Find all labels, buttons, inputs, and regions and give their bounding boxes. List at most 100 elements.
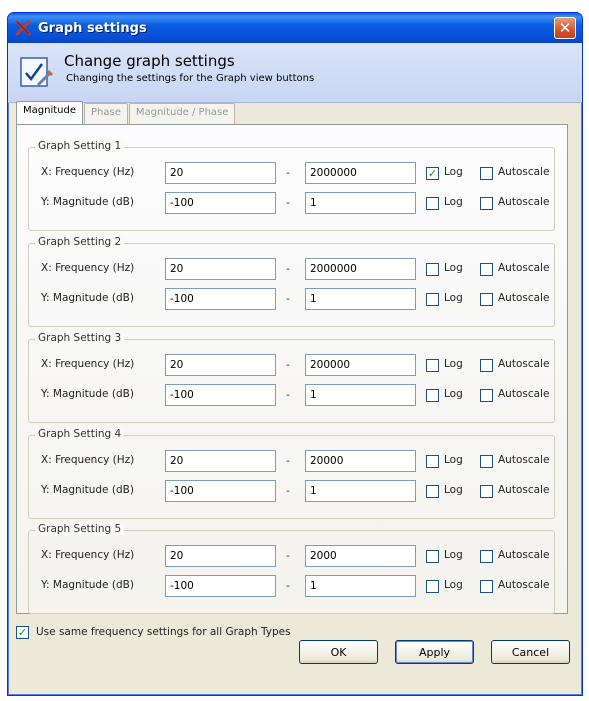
y-min-input[interactable]: -100 [165,384,276,406]
title-bar[interactable]: Graph settings ✕ [8,13,582,43]
same-frequency-checkbox[interactable]: ✓ [16,626,29,639]
y-axis-row: Y: Magnitude (dB) -100 - 1 Log Autoscale [29,480,554,504]
y-autoscale-checkbox[interactable] [480,197,493,210]
y-axis-label: Y: Magnitude (dB) [41,579,134,591]
x-max-input[interactable]: 2000 [305,545,416,567]
autoscale-label: Autoscale [498,579,550,591]
x-log-checkbox[interactable] [426,455,439,468]
tab-phase[interactable]: Phase [83,103,128,124]
tab-magnitude-phase[interactable]: Magnitude / Phase [128,103,236,124]
x-min-input[interactable]: 20 [165,450,276,472]
y-axis-label: Y: Magnitude (dB) [41,196,134,208]
x-log-checkbox[interactable]: ✓ [426,167,439,180]
x-max-input[interactable]: 2000000 [305,258,416,280]
y-log-checkbox[interactable] [426,293,439,306]
y-max-input[interactable]: 1 [305,192,416,214]
tab-panel-magnitude: Graph Setting 1 X: Frequency (Hz) 20 - 2… [16,124,568,614]
x-log-checkbox[interactable] [426,263,439,276]
tab-magnitude[interactable]: Magnitude [16,101,83,124]
window-title: Graph settings [38,20,147,36]
y-max-input[interactable]: 1 [305,480,416,502]
x-log-checkbox[interactable] [426,359,439,372]
cancel-button[interactable]: Cancel [491,640,570,664]
x-autoscale-checkbox[interactable] [480,359,493,372]
y-autoscale-checkbox[interactable] [480,580,493,593]
log-label: Log [444,484,463,496]
y-min-input[interactable]: -100 [165,288,276,310]
log-label: Log [444,196,463,208]
range-dash: - [286,358,290,371]
x-autoscale-checkbox[interactable] [480,550,493,563]
graph-setting-group: Graph Setting 1 X: Frequency (Hz) 20 - 2… [28,140,555,231]
y-min-input[interactable]: -100 [165,575,276,597]
autoscale-label: Autoscale [498,196,550,208]
y-axis-row: Y: Magnitude (dB) -100 - 1 Log Autoscale [29,192,554,216]
log-label: Log [444,358,463,370]
x-axis-label: X: Frequency (Hz) [41,454,135,466]
y-min-input[interactable]: -100 [165,192,276,214]
close-icon: ✕ [558,18,572,37]
apply-button[interactable]: Apply [395,640,474,664]
y-max-input[interactable]: 1 [305,384,416,406]
range-dash: - [286,484,290,497]
x-min-input[interactable]: 20 [165,354,276,376]
x-max-input[interactable]: 200000 [305,354,416,376]
x-axis-row: X: Frequency (Hz) 20 - 2000000 ✓ Log Aut… [29,162,554,186]
y-log-checkbox[interactable] [426,389,439,402]
autoscale-label: Autoscale [498,262,550,274]
group-label: Graph Setting 3 [35,332,125,344]
autoscale-label: Autoscale [498,358,550,370]
x-axis-row: X: Frequency (Hz) 20 - 2000 Log Autoscal… [29,545,554,569]
autoscale-label: Autoscale [498,549,550,561]
autoscale-label: Autoscale [498,388,550,400]
same-frequency-label: Use same frequency settings for all Grap… [36,626,291,638]
y-log-checkbox[interactable] [426,197,439,210]
range-dash: - [286,579,290,592]
x-axis-row: X: Frequency (Hz) 20 - 20000 Log Autosca… [29,450,554,474]
group-label: Graph Setting 4 [35,428,125,440]
y-autoscale-checkbox[interactable] [480,485,493,498]
autoscale-label: Autoscale [498,454,550,466]
y-max-input[interactable]: 1 [305,288,416,310]
x-min-input[interactable]: 20 [165,162,276,184]
y-min-input[interactable]: -100 [165,480,276,502]
y-log-checkbox[interactable] [426,485,439,498]
close-button[interactable]: ✕ [554,17,576,39]
x-max-input[interactable]: 2000000 [305,162,416,184]
x-axis-label: X: Frequency (Hz) [41,358,135,370]
x-autoscale-checkbox[interactable] [480,167,493,180]
ok-button[interactable]: OK [299,640,378,664]
x-axis-label: X: Frequency (Hz) [41,262,135,274]
dialog-header: Change graph settings Changing the setti… [8,43,582,103]
x-autoscale-checkbox[interactable] [480,263,493,276]
group-label: Graph Setting 2 [35,236,125,248]
autoscale-label: Autoscale [498,166,550,178]
range-dash: - [286,549,290,562]
y-axis-row: Y: Magnitude (dB) -100 - 1 Log Autoscale [29,575,554,599]
x-autoscale-checkbox[interactable] [480,455,493,468]
x-axis-label: X: Frequency (Hz) [41,549,135,561]
y-axis-label: Y: Magnitude (dB) [41,388,134,400]
range-dash: - [286,292,290,305]
y-autoscale-checkbox[interactable] [480,389,493,402]
x-log-checkbox[interactable] [426,550,439,563]
y-log-checkbox[interactable] [426,580,439,593]
y-autoscale-checkbox[interactable] [480,293,493,306]
range-dash: - [286,454,290,467]
range-dash: - [286,166,290,179]
x-min-input[interactable]: 20 [165,258,276,280]
range-dash: - [286,388,290,401]
log-label: Log [444,549,463,561]
x-max-input[interactable]: 20000 [305,450,416,472]
log-label: Log [444,388,463,400]
y-axis-row: Y: Magnitude (dB) -100 - 1 Log Autoscale [29,288,554,312]
group-label: Graph Setting 1 [35,140,125,152]
range-dash: - [286,196,290,209]
graph-setting-group: Graph Setting 4 X: Frequency (Hz) 20 - 2… [28,428,555,519]
tab-strip: Magnitude Phase Magnitude / Phase [16,101,236,125]
header-subtitle: Changing the settings for the Graph view… [66,73,315,84]
log-label: Log [444,292,463,304]
graph-setting-group: Graph Setting 5 X: Frequency (Hz) 20 - 2… [28,523,555,614]
y-max-input[interactable]: 1 [305,575,416,597]
x-min-input[interactable]: 20 [165,545,276,567]
